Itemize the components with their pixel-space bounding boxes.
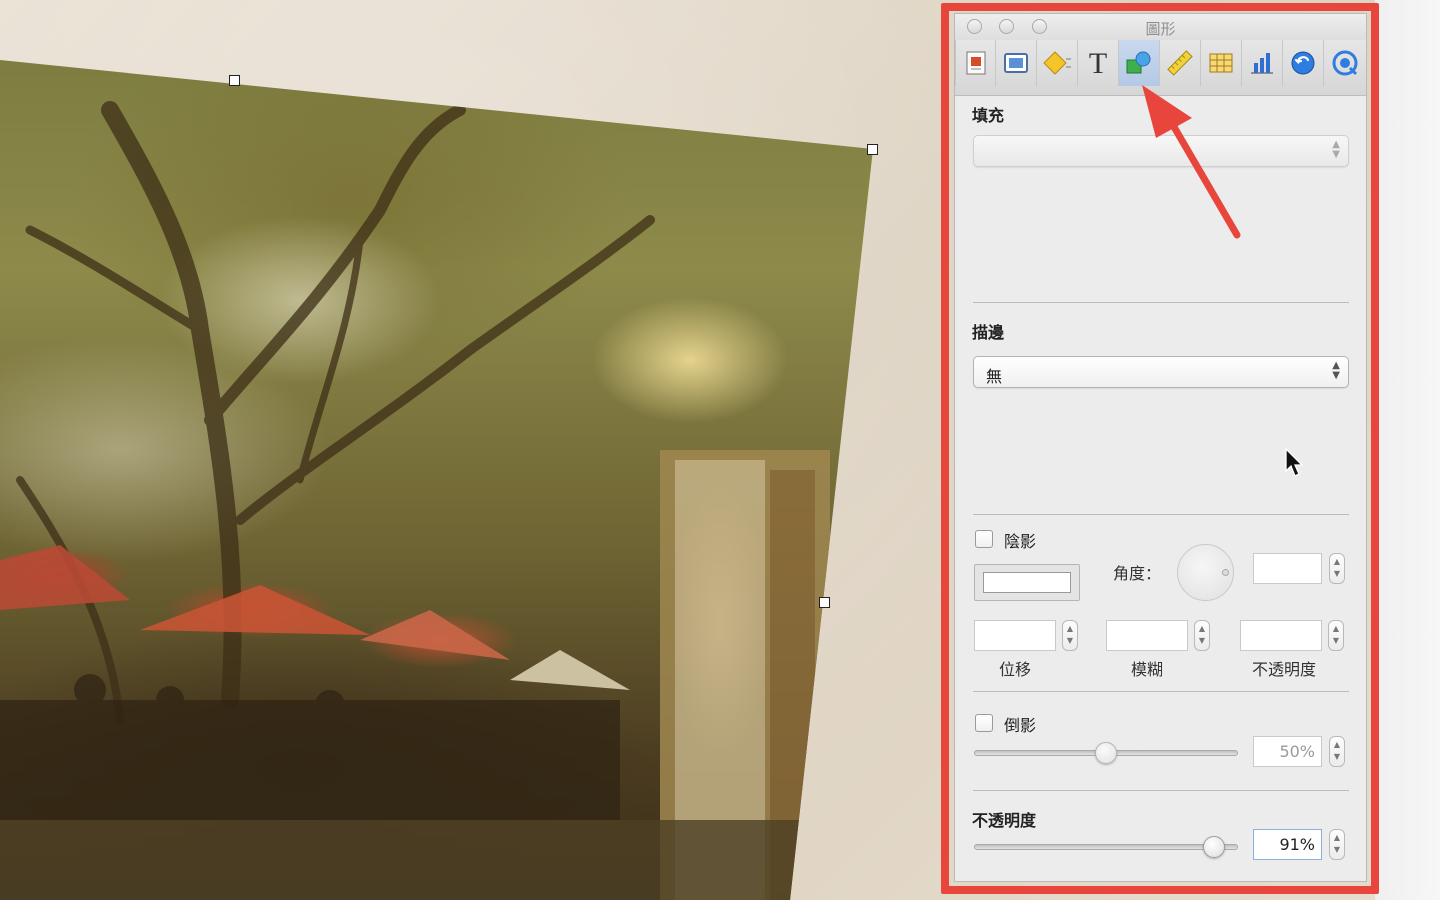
opacity-slider-track[interactable] xyxy=(974,844,1238,850)
tab-document[interactable] xyxy=(955,40,996,86)
resize-handle-right[interactable] xyxy=(819,597,830,608)
popup-arrows-icon: ▲ ▼ xyxy=(1332,139,1340,160)
reflection-slider-knob[interactable] xyxy=(1095,742,1117,764)
document-icon xyxy=(966,51,985,75)
divider xyxy=(973,790,1349,791)
reflection-checkbox[interactable] xyxy=(975,714,993,732)
reflection-field[interactable]: 50% xyxy=(1253,736,1322,767)
quicktime-icon xyxy=(1332,50,1357,76)
offset-label: 位移 xyxy=(998,660,1031,679)
reflection-label: 倒影 xyxy=(1004,716,1037,735)
offset-field[interactable] xyxy=(974,620,1056,651)
tab-link[interactable] xyxy=(1283,40,1324,86)
divider xyxy=(973,514,1349,515)
fill-label: 填充 xyxy=(972,106,1005,125)
divider xyxy=(973,302,1349,303)
blur-stepper[interactable]: ▲ ▼ xyxy=(1194,620,1210,651)
opacity-stepper[interactable]: ▲ ▼ xyxy=(1329,829,1345,860)
shadow-opacity-field[interactable] xyxy=(1240,620,1322,651)
stroke-popup[interactable]: 無 ▲ ▼ xyxy=(973,356,1349,388)
offset-stepper[interactable]: ▲ ▼ xyxy=(1062,620,1078,651)
resize-handle-top-right[interactable] xyxy=(867,144,878,155)
reflection-stepper[interactable]: ▲ ▼ xyxy=(1329,736,1345,767)
shadow-color-swatch xyxy=(983,572,1071,593)
angle-indicator xyxy=(1222,569,1229,576)
angle-field[interactable] xyxy=(1253,553,1322,584)
text-t-icon: T xyxy=(1089,48,1107,78)
bar-chart-icon xyxy=(1251,53,1273,74)
blur-label: 模糊 xyxy=(1130,660,1163,679)
table-icon xyxy=(1209,53,1233,73)
wrap-diamond-icon xyxy=(1043,51,1071,75)
resize-handle-top[interactable] xyxy=(229,75,240,86)
mouse-cursor-icon xyxy=(1285,447,1304,477)
shadow-checkbox[interactable] xyxy=(975,530,993,548)
annotation-arrow xyxy=(1142,85,1241,239)
ruler-icon xyxy=(1167,50,1193,76)
opacity-field[interactable]: 91% xyxy=(1253,829,1322,860)
angle-stepper[interactable]: ▲ ▼ xyxy=(1329,553,1345,584)
shadow-label: 陰影 xyxy=(1004,532,1037,551)
popup-arrows-icon: ▲ ▼ xyxy=(1332,360,1340,381)
tab-layout[interactable] xyxy=(996,40,1037,86)
link-arrow-icon xyxy=(1291,51,1315,75)
blur-field[interactable] xyxy=(1106,620,1188,651)
shadow-opacity-stepper[interactable]: ▲ ▼ xyxy=(1328,620,1344,651)
shadow-angle-knob[interactable] xyxy=(1177,544,1234,601)
stroke-label: 描邊 xyxy=(972,323,1005,342)
opacity-slider-knob[interactable] xyxy=(1203,836,1226,858)
canvas-edge xyxy=(1375,0,1440,900)
stroke-popup-value: 無 xyxy=(986,367,1003,386)
shadow-opacity-label: 不透明度 xyxy=(1251,660,1316,679)
layout-icon xyxy=(1004,53,1028,73)
angle-label: 角度： xyxy=(1113,564,1162,583)
inspector-title: 圖形 xyxy=(1145,20,1176,38)
shadow-color-well[interactable] xyxy=(974,564,1080,601)
inspector-titlebar[interactable]: 圖形 xyxy=(955,14,1366,40)
tab-wrap[interactable] xyxy=(1037,40,1078,86)
svg-text:T: T xyxy=(1089,48,1107,78)
tab-text[interactable]: T xyxy=(1078,40,1119,86)
divider xyxy=(973,691,1349,692)
tab-quicktime[interactable] xyxy=(1324,40,1365,86)
opacity-label: 不透明度 xyxy=(972,811,1037,830)
shapes-icon xyxy=(1126,51,1151,74)
